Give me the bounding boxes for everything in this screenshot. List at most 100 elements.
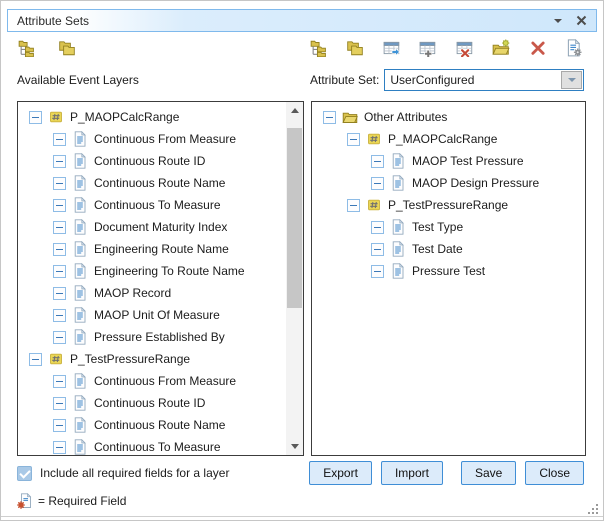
required-field-icon	[17, 493, 33, 509]
save-button[interactable]: Save	[461, 461, 516, 485]
collapse-minus-icon[interactable]	[53, 375, 66, 388]
left-tree-scrollbar[interactable]	[286, 102, 303, 455]
collapse-minus-icon[interactable]	[53, 397, 66, 410]
title-bar: Attribute Sets	[7, 9, 597, 32]
redX-icon	[529, 39, 547, 57]
toolbar-left-group	[17, 38, 304, 60]
scroll-down-icon[interactable]	[286, 438, 303, 455]
collapse-minus-icon[interactable]	[53, 331, 66, 344]
expand-all-button[interactable]	[17, 38, 37, 60]
footer-buttons: Export Import Save Close	[309, 461, 584, 485]
include-required-fields-label: Include all required fields for a layer	[40, 466, 229, 480]
collapse-minus-icon[interactable]	[371, 221, 384, 234]
add-to-attribute-set-button[interactable]	[382, 38, 402, 60]
tree-item[interactable]: MAOP Record	[25, 282, 283, 304]
field-icon	[72, 263, 88, 279]
scrollbar-thumb[interactable]	[287, 128, 302, 308]
collapse-minus-icon[interactable]	[53, 221, 66, 234]
tree-item[interactable]: Continuous From Measure	[25, 370, 283, 392]
collapse-minus-icon[interactable]	[53, 155, 66, 168]
event-icon	[366, 131, 382, 147]
include-required-fields-row: Include all required fields for a layer	[17, 461, 302, 485]
field-icon	[72, 219, 88, 235]
tree-item[interactable]: Continuous To Measure	[25, 436, 283, 456]
collapse-minus-icon[interactable]	[29, 111, 42, 124]
tree-item[interactable]: Document Maturity Index	[25, 216, 283, 238]
tree-item[interactable]: Continuous Route Name	[25, 414, 283, 436]
tree-item[interactable]: P_TestPressureRange	[319, 194, 583, 216]
field-icon	[72, 241, 88, 257]
scroll-up-icon[interactable]	[286, 102, 303, 119]
tree-item[interactable]: Continuous From Measure	[25, 128, 283, 150]
collapse-minus-icon[interactable]	[53, 265, 66, 278]
collapse-minus-icon[interactable]	[53, 243, 66, 256]
tree-item[interactable]: MAOP Design Pressure	[319, 172, 583, 194]
field-icon	[390, 219, 406, 235]
close-button[interactable]: Close	[525, 461, 584, 485]
toolbar	[17, 38, 584, 60]
add-table-button[interactable]	[418, 38, 438, 60]
field-icon	[390, 263, 406, 279]
tree-icon	[310, 39, 328, 57]
folders-icon	[346, 39, 364, 57]
tree-item[interactable]: Test Type	[319, 216, 583, 238]
expand-all-button[interactable]	[309, 38, 329, 60]
close-icon[interactable]	[576, 15, 587, 26]
labels-row: Available Event Layers Attribute Set: Us…	[17, 68, 584, 92]
include-required-fields-checkbox[interactable]	[17, 466, 32, 481]
collapse-minus-icon[interactable]	[53, 287, 66, 300]
tree-item[interactable]: Continuous Route ID	[25, 392, 283, 414]
remove-table-button[interactable]	[455, 38, 475, 60]
toolbar-right-group	[309, 38, 584, 60]
tree-item[interactable]: Continuous To Measure	[25, 194, 283, 216]
collapse-minus-icon[interactable]	[29, 353, 42, 366]
collapse-minus-icon[interactable]	[347, 199, 360, 212]
tree-item[interactable]: Other Attributes	[319, 106, 583, 128]
collapse-minus-icon[interactable]	[371, 243, 384, 256]
collapse-minus-icon[interactable]	[53, 199, 66, 212]
collapse-minus-icon[interactable]	[53, 419, 66, 432]
collapse-minus-icon[interactable]	[371, 265, 384, 278]
field-icon	[72, 197, 88, 213]
resize-grip[interactable]	[588, 504, 599, 515]
event-icon	[48, 351, 64, 367]
tree-item[interactable]: Engineering To Route Name	[25, 260, 283, 282]
collapse-minus-icon[interactable]	[53, 441, 66, 454]
attribute-sets-dialog: Attribute Sets	[0, 0, 604, 521]
tableDel-icon	[456, 39, 474, 57]
collapse-all-button[interactable]	[345, 38, 365, 60]
field-icon	[72, 131, 88, 147]
tree-item[interactable]: P_MAOPCalcRange	[319, 128, 583, 150]
collapse-minus-icon[interactable]	[347, 133, 360, 146]
export-button[interactable]: Export	[309, 461, 372, 485]
folderOpen-icon	[342, 109, 358, 125]
attribute-set-dropdown[interactable]: UserConfigured	[384, 69, 584, 91]
folders-icon	[58, 39, 76, 57]
delete-button[interactable]	[528, 38, 548, 60]
collapse-minus-icon[interactable]	[53, 309, 66, 322]
tree-item[interactable]: MAOP Unit Of Measure	[25, 304, 283, 326]
tree-item[interactable]: P_MAOPCalcRange	[25, 106, 283, 128]
collapse-minus-icon[interactable]	[53, 177, 66, 190]
tree-item[interactable]: Continuous Route Name	[25, 172, 283, 194]
footer: Include all required fields for a layer …	[17, 461, 584, 512]
collapse-minus-icon[interactable]	[53, 133, 66, 146]
tree-item[interactable]: P_TestPressureRange	[25, 348, 283, 370]
available-event-layers-label: Available Event Layers	[17, 68, 303, 92]
collapse-all-button[interactable]	[57, 38, 77, 60]
tree-item[interactable]: Test Date	[319, 238, 583, 260]
collapse-minus-icon[interactable]	[371, 155, 384, 168]
tree-item[interactable]: MAOP Test Pressure	[319, 150, 583, 172]
collapse-minus-icon[interactable]	[323, 111, 336, 124]
field-icon	[72, 285, 88, 301]
import-button[interactable]: Import	[381, 461, 443, 485]
tree-item[interactable]: Continuous Route ID	[25, 150, 283, 172]
new-attribute-set-button[interactable]	[491, 38, 511, 60]
tree-item[interactable]: Pressure Established By	[25, 326, 283, 348]
properties-button[interactable]	[564, 38, 584, 60]
titlebar-menu-icon[interactable]	[554, 19, 562, 23]
tree-item[interactable]: Pressure Test	[319, 260, 583, 282]
tree-item[interactable]: Engineering Route Name	[25, 238, 283, 260]
collapse-minus-icon[interactable]	[371, 177, 384, 190]
dropdown-button[interactable]	[561, 71, 582, 89]
